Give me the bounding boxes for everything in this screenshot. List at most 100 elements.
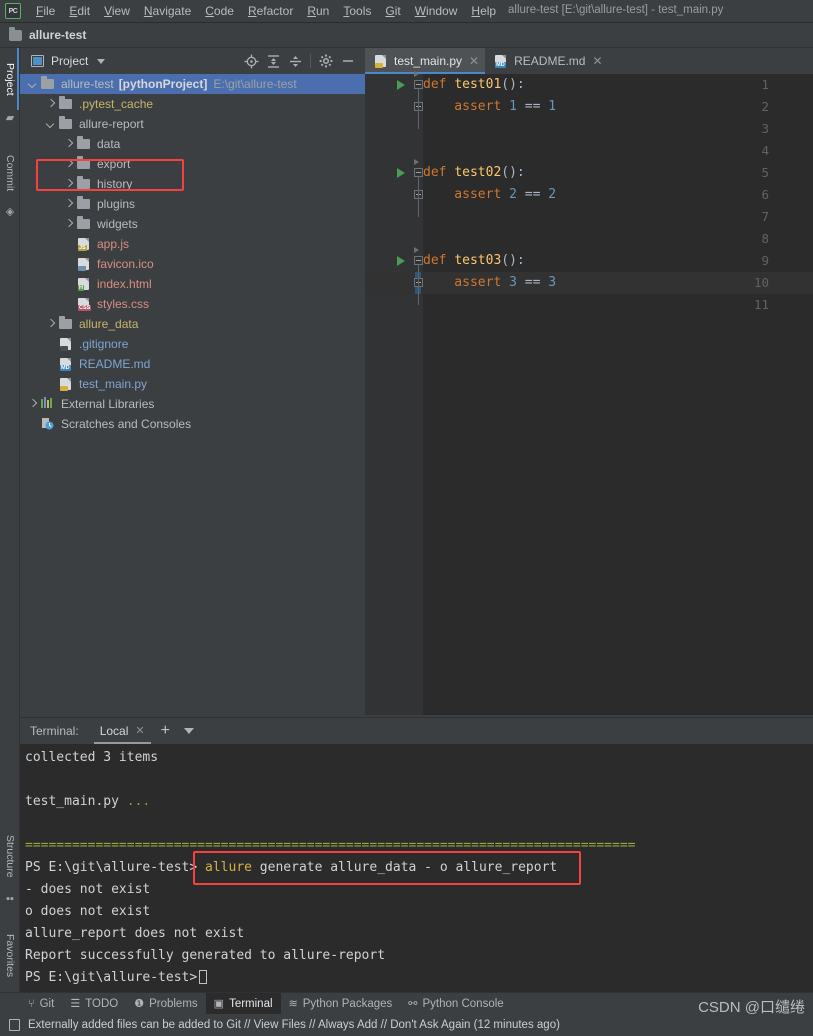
close-icon[interactable]: ✕	[135, 724, 144, 737]
terminal-text: test_main.py	[25, 794, 127, 809]
status-item-terminal[interactable]: ▣ Terminal	[205, 992, 281, 1015]
close-icon[interactable]: ✕	[592, 55, 602, 67]
terminal-line: collected 3 items	[25, 750, 158, 765]
tree-item-widgets[interactable]: widgets	[20, 214, 365, 234]
tree-item-test-main-py[interactable]: test_main.py	[20, 374, 365, 394]
line-number: 10	[753, 275, 769, 290]
tree-item-allure-data[interactable]: allure_data	[20, 314, 365, 334]
terminal-text: o does not exist	[25, 904, 151, 919]
problems-icon: ❶	[134, 998, 145, 1010]
tab-label: README.md	[514, 54, 586, 68]
chevron-right-icon[interactable]	[64, 139, 74, 149]
pycharm-logo-icon: PC	[5, 3, 21, 19]
menu-item-git[interactable]: Git	[378, 2, 407, 20]
tree-item-app-js[interactable]: JS app.js	[20, 234, 365, 254]
sidebar-item-favorites[interactable]: Favorites	[0, 923, 20, 989]
chevron-down-icon[interactable]	[46, 119, 56, 129]
chevron-right-icon[interactable]	[64, 199, 74, 209]
tree-item-allure-report[interactable]: allure-report	[20, 114, 365, 134]
tree-item-allure-test[interactable]: allure-test [pythonProject] E:\git\allure-…	[20, 74, 365, 94]
chevron-right-icon[interactable]	[46, 319, 56, 329]
collapse-all-icon[interactable]	[284, 50, 306, 72]
tree-item-label: README.md	[79, 357, 151, 371]
chevron-right-icon[interactable]	[64, 219, 74, 229]
tree-item-styles-css[interactable]: CSS styles.css	[20, 294, 365, 314]
tree-item-export[interactable]: export	[20, 154, 365, 174]
status-item-git[interactable]: ⑂ Git	[20, 993, 62, 1015]
tree-item--pytest-cache[interactable]: .pytest_cache	[20, 94, 365, 114]
expand-all-icon[interactable]	[262, 50, 284, 72]
tree-item-label: export	[97, 157, 131, 171]
chevron-down-icon[interactable]	[97, 58, 106, 64]
css-file-icon: CSS	[76, 297, 92, 311]
minimize-icon[interactable]	[337, 50, 359, 72]
tree-item-scratches-and-consoles[interactable]: Scratches and Consoles	[20, 414, 365, 434]
menu-item-help[interactable]: Help	[464, 2, 503, 20]
gear-icon[interactable]	[315, 50, 337, 72]
fold-collapse-icon[interactable]	[414, 168, 423, 177]
tree-item-data[interactable]: data	[20, 134, 365, 154]
code-line: assert 1 == 1	[423, 99, 556, 114]
tree-item-plugins[interactable]: plugins	[20, 194, 365, 214]
todo-list-icon: ☰	[70, 998, 81, 1010]
menu-item-run[interactable]: Run	[300, 2, 336, 20]
tab-readme-md[interactable]: MD README.md ✕	[485, 48, 608, 74]
menu-item-navigate[interactable]: Navigate	[137, 2, 198, 20]
status-item-label: Python Console	[422, 997, 504, 1010]
fold-collapse-icon[interactable]	[414, 256, 423, 265]
tree-item-index-html[interactable]: Hindex.html	[20, 274, 365, 294]
chevron-right-icon[interactable]	[28, 399, 38, 409]
close-icon[interactable]: ✕	[469, 55, 479, 67]
tree-item-label: allure-report	[79, 117, 144, 131]
code-token: 2	[548, 187, 557, 202]
chevron-right-icon[interactable]	[46, 99, 56, 109]
menu-item-file[interactable]: File	[29, 2, 62, 20]
terminal-tab-label: Local	[99, 723, 129, 738]
status-item-python-packages[interactable]: ≋ Python Packages	[281, 993, 401, 1015]
menu-item-refactor[interactable]: Refactor	[241, 2, 300, 20]
chevron-right-icon[interactable]	[64, 159, 74, 169]
status-item-python-console[interactable]: ⚯ Python Console	[400, 993, 511, 1015]
terminal-text: PS E:\git\allure-test>	[25, 970, 198, 985]
locate-icon[interactable]	[240, 50, 262, 72]
tree-item-label: favicon.ico	[97, 257, 154, 271]
plus-icon[interactable]: +	[161, 723, 170, 739]
pycharm-window: PC File Edit View Navigate Code Refactor Run To…	[0, 0, 813, 1036]
terminal-tab-local[interactable]: Local ✕	[93, 719, 151, 744]
code-area[interactable]: 1 def test01(): 2 assert 1 == 1 3 4 5 def test…	[365, 71, 813, 715]
terminal-text: PS E:\git\allure-test>	[25, 860, 206, 875]
chevron-down-icon[interactable]	[28, 79, 38, 89]
run-test-icon[interactable]	[396, 255, 406, 267]
folder-icon	[9, 26, 22, 41]
chevron-right-icon[interactable]	[64, 179, 74, 189]
terminal-body[interactable]: collected 3 items test_main.py ... =======…	[20, 744, 813, 992]
tree-item--gitignore[interactable]: .gitignore	[20, 334, 365, 354]
tree-item-readme-md[interactable]: MD README.md	[20, 354, 365, 374]
status-bar: ⑂ Git ☰ TODO ❶ Problems ▣ Terminal ≋ Python Packa…	[0, 992, 813, 1015]
menu-item-tools[interactable]: Tools	[336, 2, 378, 20]
status-item-problems[interactable]: ❶ Problems	[126, 993, 205, 1015]
sidebar-item-structure[interactable]: Structure	[0, 823, 20, 889]
fold-collapse-icon[interactable]	[414, 80, 423, 89]
terminal-line: PS E:\git\allure-test> allure generate a…	[25, 860, 557, 875]
tab-test-main-py[interactable]: test_main.py ✕	[365, 48, 486, 74]
run-test-icon[interactable]	[396, 167, 406, 179]
tree-item-history[interactable]: history	[20, 174, 365, 194]
menu-item-window[interactable]: Window	[408, 2, 465, 20]
tree-item-external-libraries[interactable]: External Libraries	[20, 394, 365, 414]
code-line: def test03():	[423, 253, 525, 268]
tree-item-favicon-ico[interactable]: favicon.ico	[20, 254, 365, 274]
menu-item-view[interactable]: View	[97, 2, 137, 20]
sidebar-item-commit[interactable]: Commit	[0, 143, 20, 203]
chevron-down-icon[interactable]	[183, 728, 194, 734]
run-test-icon[interactable]	[396, 79, 406, 91]
menu-item-edit[interactable]: Edit	[62, 2, 97, 20]
code-token: 1	[548, 99, 557, 114]
menu-item-code[interactable]: Code	[198, 2, 241, 20]
code-token: ():	[501, 165, 525, 180]
status-item-todo[interactable]: ☰ TODO	[62, 993, 126, 1015]
sidebar-item-project[interactable]: Project	[0, 50, 20, 108]
fold-region-marker	[414, 247, 419, 253]
terminal-text: ...	[126, 794, 151, 809]
